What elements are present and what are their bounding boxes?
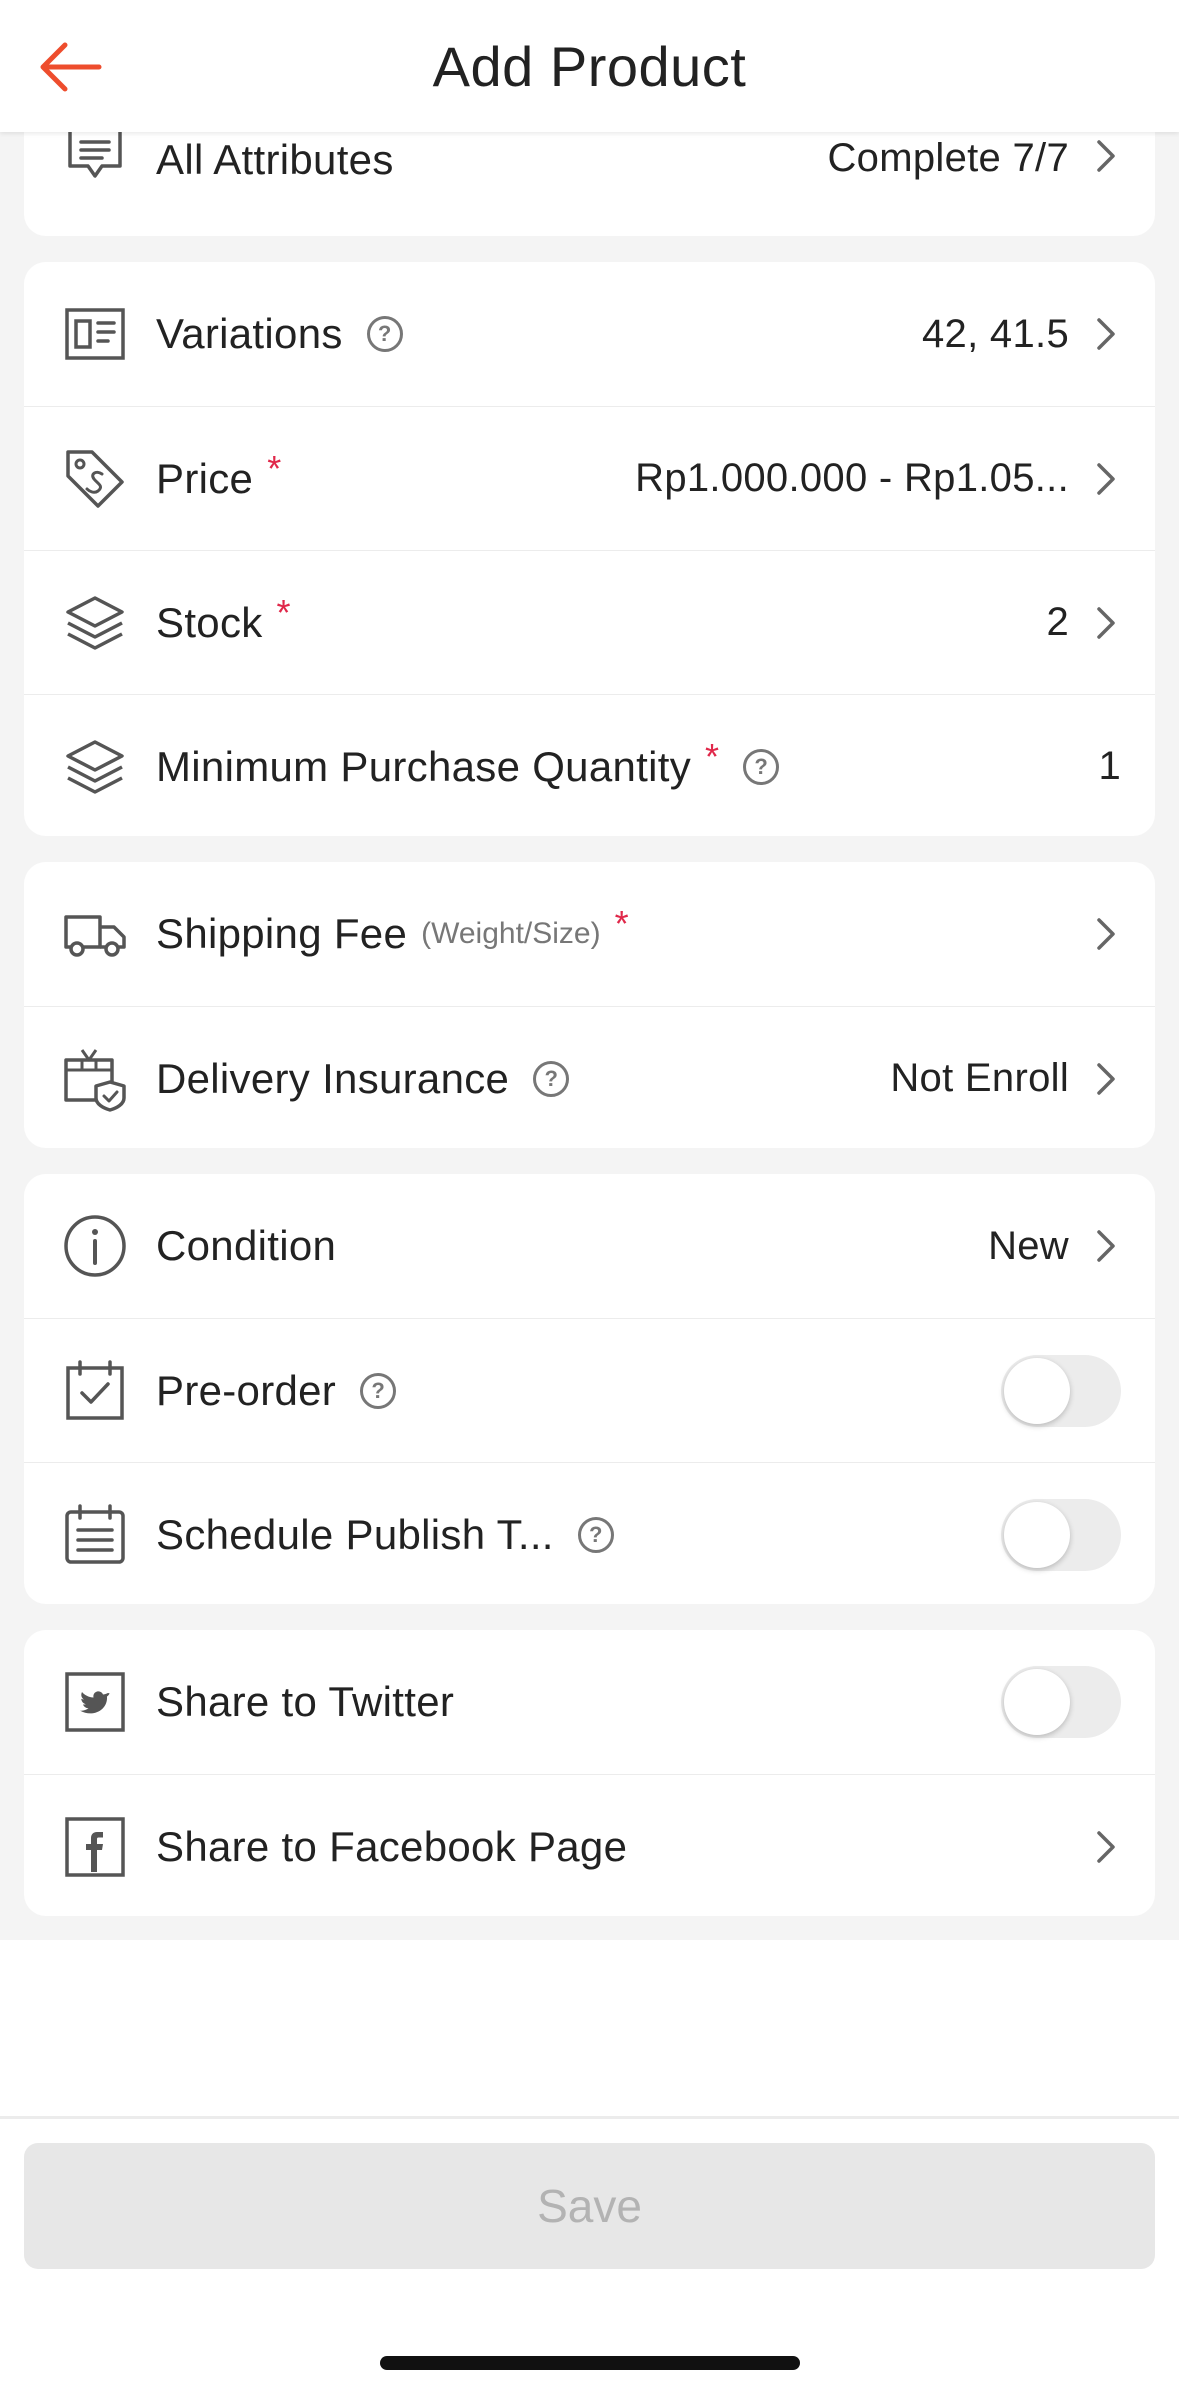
toggle-knob: [1004, 1669, 1070, 1735]
chevron-right-icon: [1097, 462, 1115, 495]
pre-order-toggle[interactable]: [1001, 1354, 1121, 1427]
share-card: Share to Twitter Share to Facebook Page: [24, 1630, 1155, 1916]
share-twitter-label: Share to Twitter: [156, 1678, 455, 1725]
condition-label: Condition: [156, 1222, 337, 1269]
help-icon[interactable]: ?: [577, 1516, 614, 1553]
required-asterisk: *: [705, 735, 720, 777]
price-tag-icon: [62, 446, 128, 512]
delivery-insurance-label: Delivery Insurance: [156, 1054, 510, 1102]
share-facebook-label: Share to Facebook Page: [156, 1822, 628, 1870]
stock-row[interactable]: Stock * 2: [24, 550, 1155, 694]
pre-order-label: Pre-order: [156, 1366, 337, 1414]
all-attributes-label: All Attributes: [156, 136, 394, 183]
schedule-publish-label: Schedule Publish T...: [156, 1510, 554, 1558]
page-title: Add Product: [432, 34, 747, 98]
chevron-right-icon: [1097, 318, 1115, 350]
price-value: Rp1.000.000 - Rp1.05...: [635, 456, 1069, 500]
toggle-knob: [1004, 1357, 1070, 1424]
minimum-purchase-label: Minimum Purchase Quantity: [156, 742, 692, 790]
shipping-fee-label: Shipping Fee: [156, 910, 408, 957]
shipping-fee-row[interactable]: Shipping Fee (Weight/Size) *: [24, 862, 1155, 1006]
calendar-check-icon: [62, 1358, 128, 1424]
condition-row[interactable]: Condition New: [24, 1174, 1155, 1318]
other-settings-card: Condition New Pre-order ? Schedule Publi…: [24, 1174, 1155, 1604]
facebook-icon: [62, 1814, 128, 1880]
share-twitter-toggle[interactable]: [1001, 1666, 1121, 1738]
share-twitter-row: Share to Twitter: [24, 1630, 1155, 1774]
truck-icon: [62, 901, 128, 967]
minimum-purchase-value[interactable]: 1: [1098, 744, 1121, 789]
footer-divider: [0, 2116, 1179, 2119]
top-bar: Add Product: [0, 0, 1179, 132]
insurance-box-icon: [62, 1046, 128, 1112]
price-label: Price: [156, 454, 254, 502]
help-icon[interactable]: ?: [360, 1372, 397, 1409]
stack-layers-icon: [62, 734, 128, 800]
toggle-knob: [1004, 1501, 1070, 1568]
chevron-right-icon: [1097, 918, 1115, 950]
variations-label: Variations: [156, 310, 343, 357]
minimum-purchase-row[interactable]: Minimum Purchase Quantity * ? 1: [24, 694, 1155, 836]
stock-label: Stock: [156, 598, 263, 646]
sales-info-card: Variations ? 42, 41.5 Price * Rp1.000.00…: [24, 262, 1155, 836]
all-attributes-value: Complete 7/7: [827, 136, 1069, 180]
shipping-card: Shipping Fee (Weight/Size) * Delivery In…: [24, 862, 1155, 1148]
shipping-fee-sublabel: (Weight/Size): [421, 917, 601, 950]
variations-value: 42, 41.5: [922, 311, 1069, 356]
chevron-right-icon: [1097, 140, 1115, 172]
stock-value: 2: [1046, 600, 1069, 644]
info-circle-icon: [62, 1213, 128, 1279]
required-asterisk: *: [276, 591, 291, 633]
help-icon[interactable]: ?: [743, 748, 780, 785]
condition-value: New: [988, 1223, 1069, 1268]
calendar-list-icon: [62, 1502, 128, 1568]
help-icon[interactable]: ?: [533, 1060, 570, 1097]
chevron-right-icon: [1097, 606, 1115, 639]
twitter-icon: [62, 1669, 128, 1735]
help-icon[interactable]: ?: [366, 316, 403, 352]
home-indicator: [380, 2356, 800, 2370]
required-asterisk: *: [614, 903, 629, 944]
variations-icon: [62, 301, 128, 367]
delivery-insurance-value: Not Enroll: [890, 1056, 1069, 1100]
delivery-insurance-row[interactable]: Delivery Insurance ? Not Enroll: [24, 1006, 1155, 1148]
chevron-right-icon: [1097, 1830, 1115, 1863]
price-row[interactable]: Price * Rp1.000.000 - Rp1.05...: [24, 406, 1155, 550]
variations-row[interactable]: Variations ? 42, 41.5: [24, 262, 1155, 406]
schedule-publish-row: Schedule Publish T... ?: [24, 1462, 1155, 1604]
required-asterisk: *: [267, 447, 282, 489]
chevron-right-icon: [1097, 1230, 1115, 1262]
schedule-publish-toggle[interactable]: [1001, 1498, 1121, 1571]
chevron-right-icon: [1097, 1062, 1115, 1095]
stack-layers-icon: [62, 590, 128, 656]
share-facebook-row[interactable]: Share to Facebook Page: [24, 1774, 1155, 1916]
save-button[interactable]: Save: [24, 2143, 1155, 2269]
pre-order-row: Pre-order ?: [24, 1318, 1155, 1462]
